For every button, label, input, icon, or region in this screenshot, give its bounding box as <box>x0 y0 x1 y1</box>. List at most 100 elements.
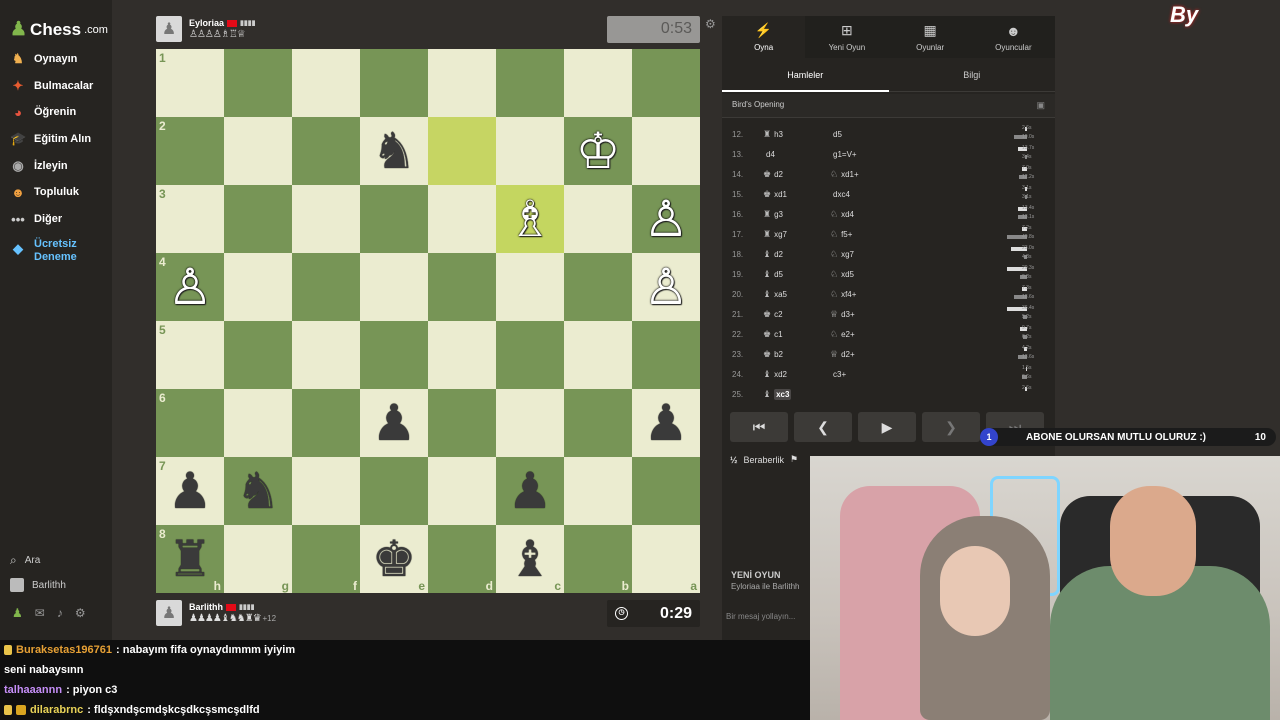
square-f4[interactable] <box>292 253 360 321</box>
user-link[interactable]: Barlithh <box>10 578 66 592</box>
black-move[interactable]: ♘ xd5 <box>830 269 854 280</box>
square-d5[interactable] <box>428 321 496 389</box>
black-move[interactable]: ♘ f5+ <box>830 229 852 240</box>
square-f6[interactable] <box>292 389 360 457</box>
black-piece[interactable]: ♟ <box>372 398 417 448</box>
white-move[interactable]: ♜ xg7 <box>763 229 787 240</box>
black-piece[interactable]: ♟ <box>508 466 553 516</box>
black-move[interactable]: d5 <box>830 130 842 139</box>
previous-move-button[interactable]: ❮ <box>794 412 852 442</box>
white-piece[interactable]: ♗ <box>508 194 553 244</box>
square-c8[interactable]: c ♝ <box>496 525 564 593</box>
square-d1[interactable] <box>428 49 496 117</box>
nav-puzzles[interactable]: ✦ Bulmacalar <box>10 76 94 96</box>
square-d8[interactable]: d <box>428 525 496 593</box>
square-f5[interactable] <box>292 321 360 389</box>
tab-players[interactable]: ☻ Oyuncular <box>972 16 1055 58</box>
square-e8[interactable]: e ♚ <box>360 525 428 593</box>
square-c7[interactable]: ♟ <box>496 457 564 525</box>
white-move[interactable]: ♝ xd2 <box>763 369 787 380</box>
white-move[interactable]: ♝ d2 <box>763 249 783 260</box>
square-d2[interactable] <box>428 117 496 185</box>
square-d3[interactable] <box>428 185 496 253</box>
square-h8[interactable]: 8 h ♜ <box>156 525 224 593</box>
square-b3[interactable] <box>564 185 632 253</box>
white-piece[interactable]: ♙ <box>644 194 689 244</box>
chess-logo[interactable]: ♟ Chess .com <box>10 18 108 41</box>
square-b4[interactable] <box>564 253 632 321</box>
white-move[interactable]: ♚ c2 <box>763 309 783 320</box>
nav-more[interactable]: ••• Diğer <box>10 209 62 229</box>
white-move[interactable]: ♜ g3 <box>763 209 783 220</box>
white-move[interactable]: ♝ d5 <box>763 269 783 280</box>
square-d6[interactable] <box>428 389 496 457</box>
white-move[interactable]: ♚ b2 <box>763 349 783 360</box>
square-d7[interactable] <box>428 457 496 525</box>
resign-flag-icon[interactable]: ⚑ <box>790 454 798 465</box>
square-f3[interactable] <box>292 185 360 253</box>
mail-icon[interactable]: ✉ <box>35 606 45 620</box>
black-piece[interactable]: ♟ <box>644 398 689 448</box>
black-piece[interactable]: ♞ <box>372 126 417 176</box>
black-piece[interactable]: ♟ <box>168 466 213 516</box>
square-e2[interactable]: ♞ <box>360 117 428 185</box>
square-a3[interactable]: ♙ <box>632 185 700 253</box>
first-move-button[interactable]: ⏮ <box>730 412 788 442</box>
board-settings-gear-icon[interactable]: ⚙ <box>705 17 716 31</box>
square-b1[interactable] <box>564 49 632 117</box>
square-h4[interactable]: 4 ♙ <box>156 253 224 321</box>
black-piece[interactable]: ♜ <box>168 534 213 584</box>
nav-free-trial[interactable]: ◆ Ücretsiz Deneme <box>10 238 100 266</box>
black-move[interactable]: c3+ <box>830 370 846 379</box>
black-move[interactable]: dxc4 <box>830 190 850 199</box>
square-g8[interactable]: g <box>224 525 292 593</box>
black-piece[interactable]: ♞ <box>236 466 281 516</box>
square-a4[interactable]: ♙ <box>632 253 700 321</box>
square-b7[interactable] <box>564 457 632 525</box>
square-c1[interactable] <box>496 49 564 117</box>
square-e4[interactable] <box>360 253 428 321</box>
square-h7[interactable]: 7 ♟ <box>156 457 224 525</box>
nav-play[interactable]: ♞ Oynayın <box>10 49 77 69</box>
white-move[interactable]: ♚ d2 <box>763 169 783 180</box>
black-move[interactable]: ♘ xg7 <box>830 249 854 260</box>
nav-watch[interactable]: ◉ İzleyin <box>10 156 67 176</box>
square-a7[interactable] <box>632 457 700 525</box>
black-move[interactable]: g1=V+ <box>830 150 857 159</box>
square-e3[interactable] <box>360 185 428 253</box>
nav-community[interactable]: ☻ Topluluk <box>10 182 79 202</box>
book-icon[interactable]: ▣ <box>1036 100 1045 111</box>
draw-offer[interactable]: ½ Beraberlik ⚑ <box>730 454 798 465</box>
square-e6[interactable]: ♟ <box>360 389 428 457</box>
square-e5[interactable] <box>360 321 428 389</box>
nav-coach[interactable]: 🎓 Eğitim Alın <box>10 129 91 149</box>
tab-new-game[interactable]: ⊞ Yeni Oyun <box>805 16 888 58</box>
top-player-name[interactable]: Eyloriaa <box>189 18 224 28</box>
square-d4[interactable] <box>428 253 496 321</box>
bell-icon[interactable]: ♪ <box>57 606 63 620</box>
square-e7[interactable] <box>360 457 428 525</box>
square-g1[interactable] <box>224 49 292 117</box>
square-g4[interactable] <box>224 253 292 321</box>
white-move[interactable]: ♚ xd1 <box>763 189 787 200</box>
square-c6[interactable] <box>496 389 564 457</box>
square-b2[interactable]: ♔ <box>564 117 632 185</box>
square-a6[interactable]: ♟ <box>632 389 700 457</box>
search-link[interactable]: ⌕ Ara <box>10 553 40 568</box>
white-move[interactable]: ♝ xa5 <box>763 289 787 300</box>
black-piece[interactable]: ♚ <box>372 534 417 584</box>
black-move[interactable]: ♘ xd1+ <box>830 169 859 180</box>
square-h1[interactable]: 1 <box>156 49 224 117</box>
square-f8[interactable]: f <box>292 525 360 593</box>
subtab-moves[interactable]: Hamleler <box>722 58 889 92</box>
square-b5[interactable] <box>564 321 632 389</box>
black-move[interactable]: ♘ xd4 <box>830 209 854 220</box>
square-h3[interactable]: 3 <box>156 185 224 253</box>
square-c3[interactable]: ♗ <box>496 185 564 253</box>
opening-name[interactable]: Bird's Opening <box>732 100 784 109</box>
friends-icon[interactable]: ♟ <box>12 606 23 620</box>
square-g5[interactable] <box>224 321 292 389</box>
settings-icon[interactable]: ⚙ <box>75 606 86 620</box>
white-piece[interactable]: ♙ <box>168 262 213 312</box>
square-g7[interactable]: ♞ <box>224 457 292 525</box>
